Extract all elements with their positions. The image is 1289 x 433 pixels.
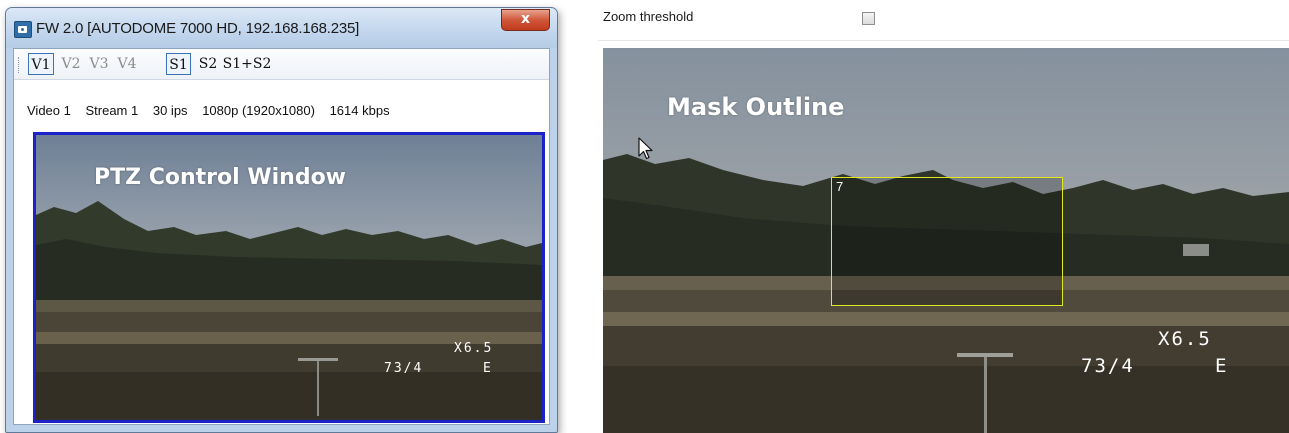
resolution-info: 1080p (1920x1080)	[202, 103, 315, 118]
mask-osd-position: 73/4	[1081, 355, 1135, 377]
camera-app-icon	[14, 21, 32, 38]
ptz-overlay-label: PTZ Control Window	[94, 165, 347, 190]
close-icon: x	[520, 11, 531, 27]
mouse-cursor-icon	[638, 137, 653, 160]
ptz-osd-direction: E	[483, 361, 493, 376]
video-1-button[interactable]: V1	[28, 53, 54, 75]
title-bar[interactable]: FW 2.0 [AUTODOME 7000 HD, 192.168.168.23…	[6, 8, 557, 48]
toolbar-grip-icon[interactable]	[18, 57, 21, 73]
stream-toolbar: V1 V2 V3 V4 S1 S2 S1+S2	[14, 49, 549, 80]
fps-info: 30 ips	[152, 103, 188, 118]
mask-video-view[interactable]: Mask Outline 7 X6.5 73/4 E	[603, 48, 1289, 433]
ptz-video-view[interactable]: PTZ Control Window X6.5 73/4 E	[33, 132, 545, 423]
video-3-button[interactable]: V3	[86, 53, 112, 75]
video-4-button[interactable]: V4	[114, 53, 140, 75]
video-2-button[interactable]: V2	[58, 53, 84, 75]
stream-info-bar: Video 1 Stream 1 30 ips 1080p (1920x1080…	[27, 103, 401, 118]
stream-1-2-button[interactable]: S1+S2	[222, 53, 272, 75]
stream-1-button[interactable]: S1	[166, 53, 191, 75]
window-title: FW 2.0 [AUTODOME 7000 HD, 192.168.168.23…	[36, 20, 360, 37]
close-button[interactable]: x	[501, 9, 550, 31]
video-info: Video 1	[27, 103, 71, 118]
zoom-threshold-checkbox[interactable]	[862, 12, 875, 25]
stream-info: Stream 1	[85, 103, 139, 118]
settings-divider	[598, 40, 1289, 41]
ptz-osd-zoom: X6.5	[454, 341, 494, 356]
mask-outline[interactable]: 7	[831, 177, 1063, 306]
ptz-osd-position: 73/4	[384, 361, 424, 376]
ptz-window: FW 2.0 [AUTODOME 7000 HD, 192.168.168.23…	[5, 7, 558, 433]
mask-osd-direction: E	[1215, 355, 1229, 377]
stream-2-button[interactable]: S2	[196, 53, 220, 75]
window-client-area: V1 V2 V3 V4 S1 S2 S1+S2 Video 1 Stream 1…	[13, 48, 550, 425]
mask-number: 7	[836, 179, 844, 194]
zoom-threshold-label: Zoom threshold	[603, 9, 694, 24]
bitrate-info: 1614 kbps	[329, 103, 390, 118]
mask-osd-zoom: X6.5	[1158, 328, 1212, 350]
mask-overlay-label: Mask Outline	[667, 93, 845, 121]
